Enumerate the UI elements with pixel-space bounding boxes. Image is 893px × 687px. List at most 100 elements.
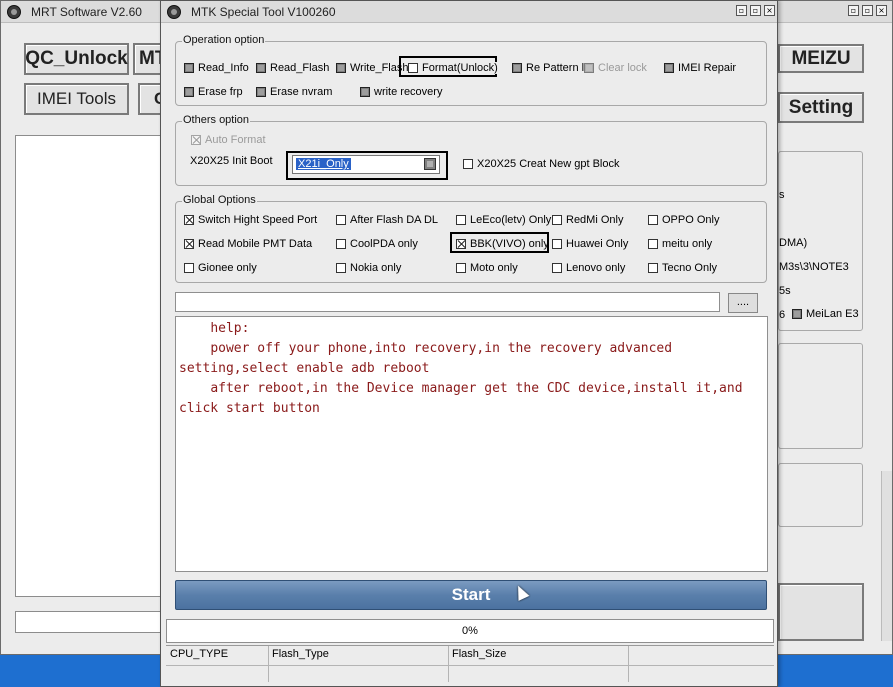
- checkbox-box[interactable]: [552, 215, 562, 225]
- oppo-only-checkbox[interactable]: OPPO Only: [648, 214, 719, 226]
- re-pattern-lock-checkbox[interactable]: Re Pattern lock: [512, 62, 584, 74]
- after-flash-da-dl-checkbox[interactable]: After Flash DA DL: [336, 214, 438, 226]
- checkbox-box[interactable]: [256, 63, 266, 73]
- tecno-only-checkbox[interactable]: Tecno Only: [648, 262, 717, 274]
- re-pattern-lock-label: Re Pattern lock: [526, 62, 584, 74]
- erase-nvram-checkbox[interactable]: Erase nvram: [256, 86, 332, 98]
- read-mobile-pmt-data-label: Read Mobile PMT Data: [198, 238, 313, 250]
- imei-repair-checkbox[interactable]: IMEI Repair: [664, 62, 736, 74]
- checkbox-box[interactable]: [336, 63, 346, 73]
- checkbox-box[interactable]: [648, 239, 658, 249]
- init-boot-select[interactable]: X21i_Only: [292, 155, 440, 174]
- checkbox-box[interactable]: [184, 87, 194, 97]
- init-boot-label: X20X25 Init Boot: [190, 155, 273, 167]
- checkbox-box[interactable]: [552, 263, 562, 273]
- global-options-legend: Global Options: [182, 194, 257, 206]
- checkbox-box[interactable]: [256, 87, 266, 97]
- checkbox-box[interactable]: [648, 215, 658, 225]
- mrt-status-field: [15, 611, 163, 633]
- checkbox-box[interactable]: [648, 263, 658, 273]
- file-path-input[interactable]: [175, 292, 720, 312]
- browse-button[interactable]: ....: [728, 293, 758, 313]
- mtk-special-tool-dialog: MTK Special Tool V100260 ▫ ▫ × Operation…: [160, 0, 778, 687]
- minimize-icon[interactable]: ▫: [848, 5, 859, 16]
- write-recovery-checkbox[interactable]: write recovery: [360, 86, 442, 98]
- format-unlock-checkbox[interactable]: Format(Unlock): [408, 62, 498, 74]
- coolpda-only-checkbox[interactable]: CoolPDA only: [336, 238, 418, 250]
- setting-button[interactable]: Setting: [778, 92, 864, 123]
- clear-lock-label: Clear lock: [598, 62, 647, 74]
- checkbox-box[interactable]: [512, 63, 522, 73]
- close-icon[interactable]: ×: [876, 5, 887, 16]
- start-button[interactable]: Start: [175, 580, 767, 610]
- switch-hight-speed-port-label: Switch Hight Speed Port: [198, 214, 318, 226]
- nokia-only-label: Nokia only: [350, 262, 402, 274]
- checkbox-box[interactable]: [184, 239, 194, 249]
- leeco-only-label: LeEco(letv) Only: [470, 214, 552, 226]
- gionee-only-checkbox[interactable]: Gionee only: [184, 262, 257, 274]
- mrt-caption-buttons: ▫ ▫ ×: [848, 5, 887, 16]
- checkbox-box[interactable]: [184, 63, 194, 73]
- minimize-icon[interactable]: ▫: [736, 5, 747, 16]
- operation-option-legend: Operation option: [182, 34, 266, 46]
- checkbox-box[interactable]: [792, 309, 802, 319]
- checkbox-box[interactable]: [456, 263, 466, 273]
- checkbox-box[interactable]: [463, 159, 473, 169]
- write-flash-checkbox[interactable]: Write_Flash: [336, 62, 408, 74]
- after-flash-da-dl-label: After Flash DA DL: [350, 214, 439, 226]
- help-text-area[interactable]: help: power off your phone,into recovery…: [175, 316, 768, 572]
- format-unlock-label: Format(Unlock): [422, 62, 498, 74]
- read-info-label: Read_Info: [198, 62, 249, 74]
- dropdown-arrow-icon[interactable]: [424, 158, 436, 170]
- close-icon[interactable]: ×: [764, 5, 775, 16]
- bbk-vivo-only-checkbox[interactable]: BBK(VIVO) only: [456, 238, 549, 250]
- meizu-button[interactable]: MEIZU: [778, 44, 864, 73]
- read-mobile-pmt-data-checkbox[interactable]: Read Mobile PMT Data: [184, 238, 312, 250]
- qc-unlock-button[interactable]: QC_Unlock: [24, 43, 129, 75]
- read-flash-checkbox[interactable]: Read_Flash: [256, 62, 329, 74]
- creat-gpt-checkbox[interactable]: X20X25 Creat New gpt Block: [463, 158, 619, 170]
- lenovo-only-checkbox[interactable]: Lenovo only: [552, 262, 625, 274]
- table-divider: [166, 665, 774, 666]
- checkbox-box[interactable]: [664, 63, 674, 73]
- mrt-window-title: MRT Software V2.60: [31, 5, 142, 19]
- redmi-only-checkbox[interactable]: RedMi Only: [552, 214, 623, 226]
- nokia-only-checkbox[interactable]: Nokia only: [336, 262, 401, 274]
- erase-nvram-label: Erase nvram: [270, 86, 333, 98]
- checkbox-box[interactable]: [456, 215, 466, 225]
- tecno-only-label: Tecno Only: [662, 262, 718, 274]
- flash-type-header: Flash_Type: [272, 648, 329, 660]
- checkbox-box[interactable]: [360, 87, 370, 97]
- auto-format-checkbox: Auto Format: [191, 134, 266, 146]
- coolpda-only-label: CoolPDA only: [350, 238, 418, 250]
- erase-frp-checkbox[interactable]: Erase frp: [184, 86, 243, 98]
- meitu-only-label: meitu only: [662, 238, 713, 250]
- switch-hight-speed-port-checkbox[interactable]: Switch Hight Speed Port: [184, 214, 317, 226]
- imei-tools-button[interactable]: IMEI Tools: [24, 83, 129, 115]
- maximize-icon[interactable]: ▫: [862, 5, 873, 16]
- checkbox-box[interactable]: [408, 63, 418, 73]
- mtk-button[interactable]: MT: [133, 43, 166, 75]
- partial-6-text: 6: [779, 309, 786, 321]
- checkbox-box: [584, 63, 594, 73]
- checkbox-box[interactable]: [336, 215, 346, 225]
- mrt-scrollbar[interactable]: [881, 471, 892, 641]
- auto-format-label: Auto Format: [205, 134, 266, 146]
- meitu-only-checkbox[interactable]: meitu only: [648, 238, 712, 250]
- table-divider: [628, 646, 629, 682]
- checkbox-box[interactable]: [336, 239, 346, 249]
- mtk-window-title: MTK Special Tool V100260: [191, 5, 336, 19]
- maximize-icon[interactable]: ▫: [750, 5, 761, 16]
- checkbox-box[interactable]: [456, 239, 466, 249]
- leeco-only-checkbox[interactable]: LeEco(letv) Only: [456, 214, 551, 226]
- lenovo-only-label: Lenovo only: [566, 262, 626, 274]
- checkbox-box[interactable]: [184, 215, 194, 225]
- checkbox-box[interactable]: [336, 263, 346, 273]
- meilan-e3-checkbox[interactable]: MeiLan E3: [792, 308, 859, 320]
- checkbox-box[interactable]: [184, 263, 194, 273]
- read-info-checkbox[interactable]: Read_Info: [184, 62, 249, 74]
- mrt-right-bottom-button[interactable]: [778, 583, 864, 641]
- moto-only-checkbox[interactable]: Moto only: [456, 262, 518, 274]
- huawei-only-checkbox[interactable]: Huawei Only: [552, 238, 628, 250]
- checkbox-box[interactable]: [552, 239, 562, 249]
